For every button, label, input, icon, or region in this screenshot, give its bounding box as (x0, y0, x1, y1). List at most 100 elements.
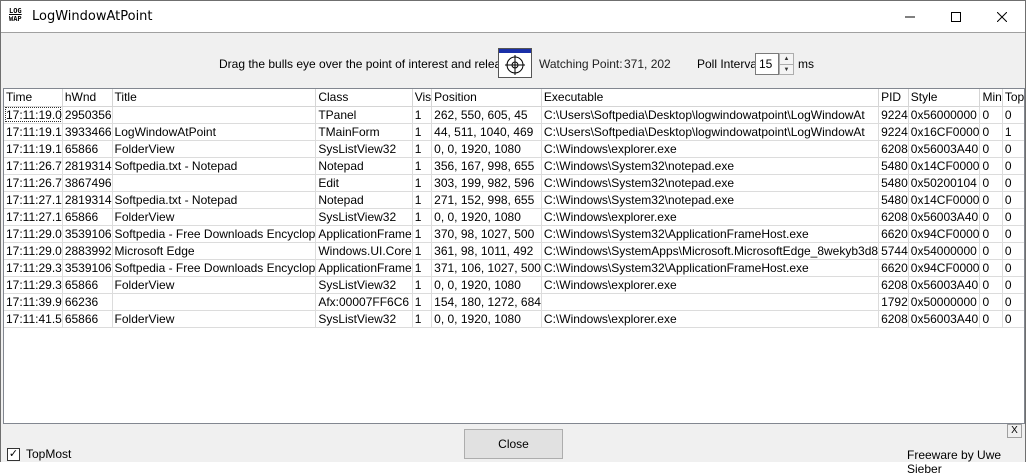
table-row[interactable]: 17:11:27.1 2819314 Softpedia.txt - Notepad… (4, 191, 1024, 209)
table-cell: 0 (979, 174, 1003, 192)
table-cell: 1 (412, 225, 433, 243)
table-cell: Softpedia.txt - Notepad (112, 191, 317, 209)
table-cell: 0 (1002, 242, 1024, 260)
table-cell (112, 106, 317, 124)
table-cell: 0x94CF0000 (908, 225, 981, 243)
table-row[interactable]: 17:11:26.7 2819314 Softpedia.txt - Notepad… (4, 157, 1024, 175)
table-cell: 5744 (878, 242, 909, 260)
corner-close-button[interactable]: X (1007, 424, 1022, 438)
bullseye-icon (505, 55, 525, 75)
table-cell: 0 (979, 242, 1003, 260)
table-row[interactable]: 17:11:29.3 65866 FolderView SysListView32 1 0… (4, 276, 1024, 294)
column-header[interactable]: Position (431, 89, 542, 107)
minimize-button[interactable] (887, 1, 933, 32)
poll-interval-spinner[interactable]: ▲ ▼ (779, 53, 794, 75)
log-table: Time hWnd Title Class Vis Position Executable P… (4, 89, 1024, 328)
close-window-button[interactable] (979, 1, 1025, 32)
table-cell: Microsoft Edge (112, 242, 317, 260)
table-cell: 0 (979, 140, 1003, 158)
column-header[interactable]: Vis (412, 89, 433, 107)
table-cell: C:\Users\Softpedia\Desktop\logwindowatpo… (541, 106, 880, 124)
table-cell: 1 (412, 293, 433, 311)
table-cell: 0 (1002, 259, 1024, 277)
table-cell: 0 (979, 259, 1003, 277)
table-row[interactable]: 17:11:29.0 2883992 Microsoft Edge Windows.U… (4, 242, 1024, 260)
table-cell: SysListView32 (315, 208, 413, 226)
table-cell: 17:11:29.0 (4, 242, 63, 260)
table-cell: C:\Windows\explorer.exe (541, 310, 880, 328)
table-cell: 6620 (878, 225, 909, 243)
table-cell: C:\Windows\explorer.exe (541, 140, 880, 158)
column-header[interactable]: Class (315, 89, 413, 107)
table-cell: FolderView (112, 310, 317, 328)
window-log-list[interactable]: Time hWnd Title Class Vis Position Executable P… (3, 88, 1025, 424)
table-cell: 2883992 (62, 242, 113, 260)
credit-text: Freeware by Uwe Sieber (907, 448, 1002, 476)
table-cell: 17:11:19.0 (4, 106, 63, 124)
table-row[interactable]: 17:11:19.1 65866 FolderView SysListView32 1 0… (4, 140, 1024, 158)
bullseye-drag-target[interactable] (498, 48, 532, 78)
table-cell: 0, 0, 1920, 1080 (431, 140, 542, 158)
table-cell: 0 (979, 293, 1003, 311)
table-cell: 2819314 (62, 157, 113, 175)
maximize-button[interactable] (933, 1, 979, 32)
table-cell: 17:11:19.1 (4, 123, 63, 141)
table-row[interactable]: 17:11:39.9 66236 Afx:00007FF6C6 1 154, 180, … (4, 293, 1024, 311)
table-cell: 1 (412, 242, 433, 260)
table-cell: 0x56003A40 (908, 140, 981, 158)
table-cell: 0, 0, 1920, 1080 (431, 208, 542, 226)
table-cell: 0x14CF0000 (908, 191, 981, 209)
table-cell: 0 (979, 123, 1003, 141)
table-cell: 0 (979, 225, 1003, 243)
column-header[interactable]: PID (878, 89, 909, 107)
column-header[interactable]: Time (4, 89, 63, 107)
column-header[interactable]: Title (112, 89, 317, 107)
table-cell: 3933466 (62, 123, 113, 141)
column-header[interactable]: Style (908, 89, 981, 107)
table-cell: 65866 (62, 310, 113, 328)
table-cell: ApplicationFrame (315, 225, 413, 243)
table-cell: 0 (1002, 276, 1024, 294)
table-cell: 17:11:29.3 (4, 276, 63, 294)
table-cell: 0x56003A40 (908, 276, 981, 294)
table-cell: Edit (315, 174, 413, 192)
table-cell: Softpedia - Free Downloads Encyclop (112, 259, 317, 277)
table-row[interactable]: 17:11:19.0 2950356 TPanel 1 262, 550, 605, 4… (4, 106, 1024, 124)
table-cell: 370, 98, 1027, 500 (431, 225, 542, 243)
column-header[interactable]: Executable (541, 89, 880, 107)
column-header[interactable]: Top (1002, 89, 1024, 107)
table-cell: 1 (412, 157, 433, 175)
topmost-toggle[interactable]: ✓ TopMost (7, 447, 71, 461)
spin-down-icon[interactable]: ▼ (780, 64, 793, 74)
table-row[interactable]: 17:11:29.0 3539106 Softpedia - Free Downlo… (4, 225, 1024, 243)
close-icon (997, 11, 1007, 22)
table-cell: Afx:00007FF6C6 (315, 293, 413, 311)
table-row[interactable]: 17:11:26.7 3867496 Edit 1 303, 199, 982, 596… (4, 174, 1024, 192)
column-header[interactable]: hWnd (62, 89, 113, 107)
minimize-icon (905, 16, 915, 17)
table-cell: 0x16CF0000 (908, 123, 981, 141)
table-row[interactable]: 17:11:19.1 3933466 LogWindowAtPoint TMainFo… (4, 123, 1024, 141)
spin-up-icon[interactable]: ▲ (780, 54, 793, 64)
table-row[interactable]: 17:11:27.1 65866 FolderView SysListView32 1 0… (4, 208, 1024, 226)
table-cell: 271, 152, 998, 655 (431, 191, 542, 209)
table-cell: FolderView (112, 208, 317, 226)
table-cell: 303, 199, 982, 596 (431, 174, 542, 192)
poll-interval-input[interactable] (755, 53, 779, 75)
table-cell: 17:11:29.3 (4, 259, 63, 277)
table-cell: FolderView (112, 276, 317, 294)
table-cell: 6620 (878, 259, 909, 277)
table-row[interactable]: 17:11:41.5 65866 FolderView SysListView32 1 0… (4, 310, 1024, 328)
table-cell: 0x56003A40 (908, 310, 981, 328)
column-header[interactable]: Min (979, 89, 1003, 107)
table-row[interactable]: 17:11:29.3 3539106 Softpedia - Free Downlo… (4, 259, 1024, 277)
topmost-checkbox[interactable]: ✓ (7, 447, 20, 461)
table-cell: 3539106 (62, 259, 113, 277)
close-button[interactable]: Close (464, 429, 563, 459)
table-cell: C:\Windows\System32\ApplicationFrameHost… (541, 259, 880, 277)
table-cell: FolderView (112, 140, 317, 158)
table-cell: 0 (1002, 157, 1024, 175)
table-cell: 17:11:29.0 (4, 225, 63, 243)
table-cell: 0 (1002, 140, 1024, 158)
table-cell: 6208 (878, 208, 909, 226)
